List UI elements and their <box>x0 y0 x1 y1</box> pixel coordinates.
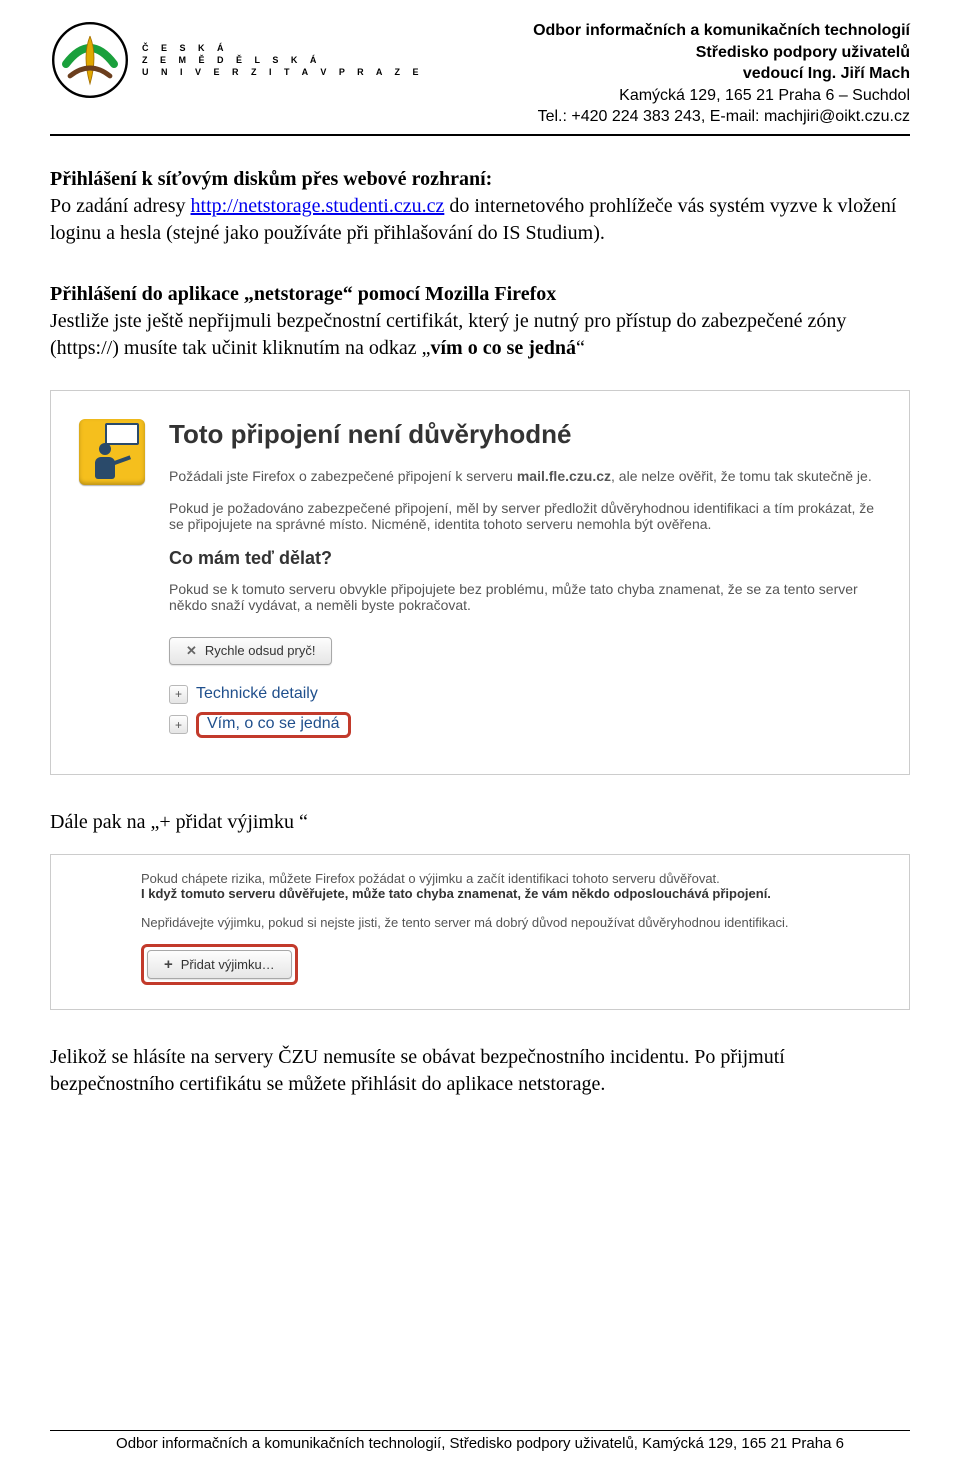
warning-p1-a: Požádali jste Firefox o zabezpečené přip… <box>169 468 517 484</box>
exception-p1b: I když tomuto serveru důvěřujete, může t… <box>141 886 771 901</box>
plus-icon: + <box>164 956 173 973</box>
section2-p1-post: “ <box>576 337 585 359</box>
section2-title: Přihlášení do aplikace „netstorage“ pomo… <box>50 283 556 305</box>
netstorage-link[interactable]: http://netstorage.studenti.czu.cz <box>191 195 445 217</box>
exception-p1a: Pokud chápete rizika, můžete Firefox pož… <box>141 871 720 886</box>
expander-i-understand[interactable]: + Vím, o co se jedná <box>169 712 881 738</box>
logo-text-line3: U N I V E R Z I T A V P R A Z E <box>142 66 424 78</box>
page-header: Č E S K Á Z E M Ě D Ě L S K Á U N I V E … <box>50 20 910 136</box>
header-line1: Odbor informačních a komunikačních techn… <box>533 20 910 42</box>
warning-p1-b: , ale nelze ověřit, že tomu tak skutečně… <box>611 468 872 484</box>
section-4: Jelikož se hlásíte na servery ČZU nemusí… <box>50 1044 910 1098</box>
section-3: Dále pak na „+ přidat výjimku “ <box>50 809 910 836</box>
expand-plus-icon: + <box>169 715 188 734</box>
add-exception-button[interactable]: + Přidat výjimku… <box>147 950 292 979</box>
add-exception-highlight: + Přidat výjimku… <box>141 944 298 985</box>
section-1: Přihlášení k síťovým diskům přes webové … <box>50 166 910 247</box>
header-line3: vedoucí Ing. Jiří Mach <box>533 63 910 85</box>
section3-line: Dále pak na „+ přidat výjimku “ <box>50 811 308 833</box>
section2-p1-bold: vím o co se jedná <box>431 337 577 359</box>
header-line4: Kamýcká 129, 165 21 Praha 6 – Suchdol <box>533 85 910 107</box>
firefox-add-exception-panel: Pokud chápete rizika, můžete Firefox pož… <box>50 854 910 1010</box>
warning-server: mail.fle.czu.cz <box>517 468 611 484</box>
university-logo-icon <box>50 20 130 100</box>
warning-p1: Požádali jste Firefox o zabezpečené přip… <box>169 468 881 484</box>
exception-p1: Pokud chápete rizika, můžete Firefox pož… <box>141 871 889 901</box>
logo-text: Č E S K Á Z E M Ě D Ě L S K Á U N I V E … <box>142 42 424 78</box>
logo-text-line1: Č E S K Á <box>142 42 424 54</box>
exception-p2: Nepřidávejte výjimku, pokud si nejste ji… <box>141 915 889 930</box>
section1-title: Přihlášení k síťovým diskům přes webové … <box>50 166 910 193</box>
logo-text-line2: Z E M Ě D Ě L S K Á <box>142 54 424 66</box>
firefox-warning-panel: Toto připojení není důvěryhodné Požádali… <box>50 390 910 775</box>
section1-paragraph: Po zadání adresy http://netstorage.stude… <box>50 193 910 247</box>
warning-p2: Pokud je požadováno zabezpečené připojen… <box>169 500 881 532</box>
warning-title: Toto připojení není důvěryhodné <box>169 419 881 450</box>
expand-plus-icon: + <box>169 685 188 704</box>
section4-p: Jelikož se hlásíte na servery ČZU nemusí… <box>50 1046 785 1095</box>
header-contact: Odbor informačních a komunikačních techn… <box>533 20 910 128</box>
expander-technical-details[interactable]: + Technické detaily <box>169 685 881 704</box>
expander-i-understand-label: Vím, o co se jedná <box>196 712 351 738</box>
footer-text: Odbor informačních a komunikačních techn… <box>116 1435 844 1452</box>
get-out-button[interactable]: ✕ Rychle odsud pryč! <box>169 637 332 665</box>
untrusted-connection-icon <box>79 419 145 485</box>
section2-paragraph: Jestliže jste ještě nepřijmuli bezpečnos… <box>50 308 910 362</box>
warning-p3: Pokud se k tomuto serveru obvykle připoj… <box>169 581 881 613</box>
logo-block: Č E S K Á Z E M Ě D Ě L S K Á U N I V E … <box>50 20 424 100</box>
x-icon: ✕ <box>186 643 197 659</box>
section-2: Přihlášení do aplikace „netstorage“ pomo… <box>50 281 910 362</box>
add-exception-button-label: Přidat výjimku… <box>181 957 275 972</box>
get-out-button-label: Rychle odsud pryč! <box>205 643 316 658</box>
page-footer: Odbor informačních a komunikačních techn… <box>50 1430 910 1452</box>
section1-p1-pre: Po zadání adresy <box>50 195 191 217</box>
warning-subtitle: Co mám teď dělat? <box>169 548 881 569</box>
header-line2: Středisko podpory uživatelů <box>533 42 910 64</box>
expander-technical-label: Technické detaily <box>196 685 318 703</box>
header-line5: Tel.: +420 224 383 243, E-mail: machjiri… <box>533 106 910 128</box>
